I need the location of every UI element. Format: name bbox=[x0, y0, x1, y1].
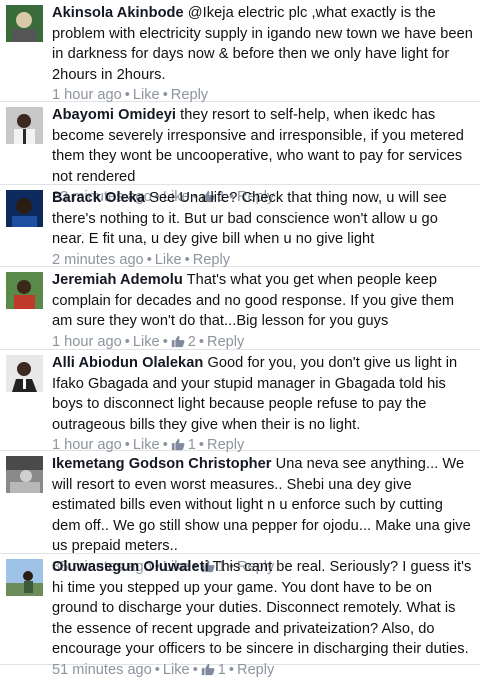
comment-body: Barack Oleka See Una life? Check that th… bbox=[52, 188, 474, 268]
comment-item: Barack Oleka See Una life? Check that th… bbox=[0, 185, 480, 268]
comment-text-block: Alli Abiodun Olalekan Good for you, you … bbox=[52, 353, 474, 435]
comment-meta: 51 minutes ago • Like • 1 • Reply bbox=[52, 660, 474, 680]
reply-button[interactable]: Reply bbox=[237, 662, 274, 678]
comment-item: Abayomi Omideyi they resort to self-help… bbox=[0, 102, 480, 205]
like-button[interactable]: Like bbox=[133, 87, 160, 103]
author-name[interactable]: Oluwasegun Oluwaleti bbox=[52, 559, 209, 575]
comment-body: Alli Abiodun Olalekan Good for you, you … bbox=[52, 353, 474, 453]
comment-text-block: Barack Oleka See Una life? Check that th… bbox=[52, 188, 474, 250]
comment-text-block: Jeremiah Ademolu That's what you get whe… bbox=[52, 270, 474, 332]
thumbs-up-icon bbox=[171, 438, 185, 451]
meta-separator: • bbox=[154, 661, 160, 678]
like-button[interactable]: Like bbox=[133, 437, 160, 453]
thumbs-up-icon bbox=[201, 663, 215, 675]
comment-body: Abayomi Omideyi they resort to self-help… bbox=[52, 105, 474, 205]
avatar-image bbox=[6, 355, 43, 392]
reply-button[interactable]: Reply bbox=[193, 252, 230, 268]
comment-body: Jeremiah Ademolu That's what you get whe… bbox=[52, 270, 474, 352]
reply-button[interactable]: Reply bbox=[207, 437, 244, 453]
comment-meta: 1 hour ago • Like • Reply bbox=[52, 85, 474, 105]
comment-body: Oluwasegun Oluwaleti This cant be real. … bbox=[52, 557, 474, 678]
timestamp[interactable]: 1 hour ago bbox=[52, 87, 122, 103]
comment-meta: 2 minutes ago • Like • Reply bbox=[52, 250, 474, 270]
avatar-image bbox=[6, 107, 43, 144]
meta-separator: • bbox=[228, 661, 235, 678]
comment-item: Jeremiah Ademolu That's what you get whe… bbox=[0, 267, 480, 350]
avatar[interactable] bbox=[6, 5, 43, 42]
comment-feed: Akinsola Akinbode @Ikeja electric plc ,w… bbox=[0, 0, 480, 678]
comment-text-block: Ikemetang Godson Christopher Una neva se… bbox=[52, 454, 474, 557]
avatar[interactable] bbox=[6, 355, 43, 392]
comment-meta: 1 hour ago • Like • 1 • Reply bbox=[52, 435, 474, 455]
timestamp[interactable]: 1 hour ago bbox=[52, 437, 122, 453]
avatar[interactable] bbox=[6, 272, 43, 309]
meta-separator: • bbox=[198, 333, 205, 350]
comment-item: Oluwasegun Oluwaleti This cant be real. … bbox=[0, 554, 480, 678]
thumbs-up-icon bbox=[171, 335, 185, 347]
comment-text-block: Abayomi Omideyi they resort to self-help… bbox=[52, 105, 474, 187]
meta-separator: • bbox=[162, 87, 168, 103]
meta-separator: • bbox=[162, 333, 168, 350]
avatar-image bbox=[6, 559, 43, 596]
author-name[interactable]: Alli Abiodun Olalekan bbox=[52, 355, 203, 371]
like-count[interactable]: 1 bbox=[215, 662, 226, 678]
author-name[interactable]: Ikemetang Godson Christopher bbox=[52, 456, 272, 472]
comment-meta: 1 hour ago • Like • 2 • Reply bbox=[52, 332, 474, 352]
avatar[interactable] bbox=[6, 107, 43, 144]
meta-separator: • bbox=[184, 251, 190, 268]
comment-text-block: Akinsola Akinbode @Ikeja electric plc ,w… bbox=[52, 3, 474, 85]
comment-item: Alli Abiodun Olalekan Good for you, you … bbox=[0, 350, 480, 453]
like-button[interactable]: Like bbox=[155, 252, 182, 268]
timestamp[interactable]: 51 minutes ago bbox=[52, 662, 152, 678]
meta-separator: • bbox=[124, 333, 130, 350]
avatar[interactable] bbox=[6, 559, 43, 596]
author-name[interactable]: Abayomi Omideyi bbox=[52, 107, 176, 123]
comment-body: Akinsola Akinbode @Ikeja electric plc ,w… bbox=[52, 3, 474, 103]
meta-separator: • bbox=[146, 251, 152, 268]
avatar[interactable] bbox=[6, 190, 43, 227]
comment-item: Ikemetang Godson Christopher Una neva se… bbox=[0, 451, 480, 575]
meta-separator: • bbox=[162, 437, 168, 453]
avatar-image bbox=[6, 456, 43, 493]
timestamp[interactable]: 1 hour ago bbox=[52, 334, 122, 350]
reply-button[interactable]: Reply bbox=[171, 87, 208, 103]
like-button[interactable]: Like bbox=[133, 334, 160, 350]
meta-separator: • bbox=[124, 437, 130, 453]
like-count[interactable]: 2 bbox=[185, 334, 196, 350]
avatar-image bbox=[6, 272, 43, 309]
timestamp[interactable]: 2 minutes ago bbox=[52, 252, 144, 268]
author-name[interactable]: Jeremiah Ademolu bbox=[52, 272, 183, 288]
comment-body: Ikemetang Godson Christopher Una neva se… bbox=[52, 454, 474, 575]
author-name[interactable]: Barack Oleka bbox=[52, 190, 145, 206]
like-button[interactable]: Like bbox=[163, 662, 190, 678]
comment-text-block: Oluwasegun Oluwaleti This cant be real. … bbox=[52, 557, 474, 660]
reply-button[interactable]: Reply bbox=[207, 334, 244, 350]
meta-separator: • bbox=[192, 661, 198, 678]
meta-separator: • bbox=[124, 87, 130, 103]
meta-separator: • bbox=[198, 437, 205, 453]
avatar-image bbox=[6, 5, 43, 42]
like-count[interactable]: 1 bbox=[185, 437, 196, 453]
author-name[interactable]: Akinsola Akinbode bbox=[52, 5, 184, 21]
avatar[interactable] bbox=[6, 456, 43, 493]
comment-item: Akinsola Akinbode @Ikeja electric plc ,w… bbox=[0, 0, 480, 103]
avatar-image bbox=[6, 190, 43, 227]
